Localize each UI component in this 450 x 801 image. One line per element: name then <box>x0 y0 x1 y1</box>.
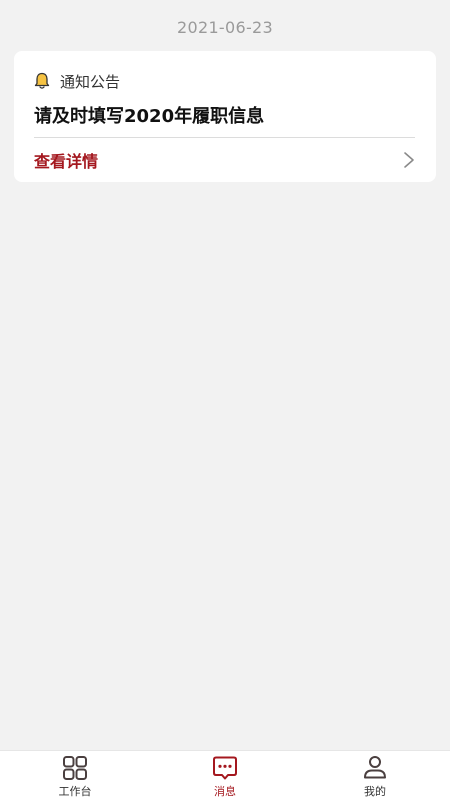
notice-category: 通知公告 <box>60 72 121 91</box>
tab-profile[interactable]: 我的 <box>300 751 450 801</box>
user-icon <box>364 756 386 779</box>
tab-messages-label: 消息 <box>214 785 236 798</box>
view-details-link[interactable]: 查看详情 <box>34 138 415 182</box>
tab-workbench[interactable]: 工作台 <box>0 751 150 801</box>
notice-title: 请及时填写2020年履职信息 <box>34 106 265 127</box>
notice-header: 通知公告 <box>34 70 120 92</box>
chevron-right-icon <box>404 152 414 168</box>
bottom-tab-bar: 工作台 消息 我的 <box>0 750 450 801</box>
message-date: 2021-06-23 <box>177 18 273 37</box>
grid-icon <box>63 756 87 780</box>
tab-profile-label: 我的 <box>364 785 386 798</box>
tab-workbench-label: 工作台 <box>58 785 92 798</box>
message-icon <box>213 756 237 780</box>
view-details-label: 查看详情 <box>34 152 99 171</box>
bell-icon <box>34 72 50 89</box>
notice-card[interactable]: 通知公告 请及时填写2020年履职信息 查看详情 <box>14 51 436 182</box>
tab-messages[interactable]: 消息 <box>150 751 300 801</box>
